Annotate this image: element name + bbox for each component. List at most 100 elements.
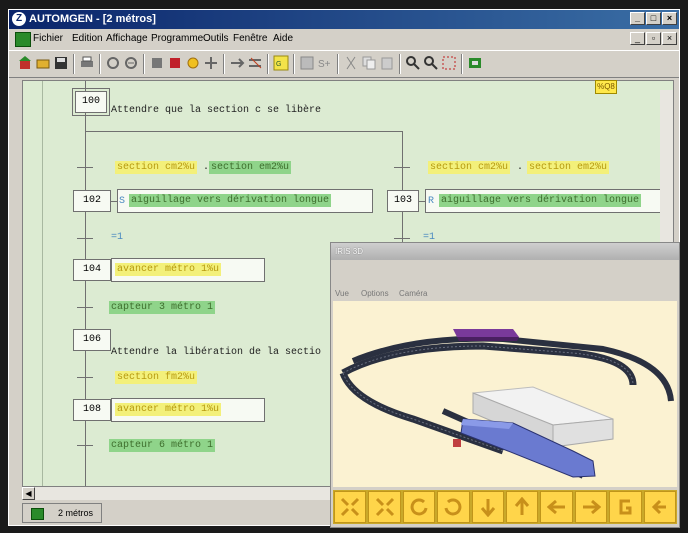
step-108[interactable]: 108	[73, 399, 111, 421]
menu-aide[interactable]: Aide	[273, 33, 293, 44]
transition-mark	[77, 238, 93, 239]
transition-condition-a[interactable]: section cm2%u	[115, 161, 198, 174]
iris-menu-bar: Vue Options Caméra	[331, 287, 679, 301]
action-text-108: avancer métro 1%u	[115, 403, 222, 416]
run-icon[interactable]	[467, 55, 483, 71]
document-icon	[31, 508, 44, 520]
transition-condition-b[interactable]: section em2%u	[209, 161, 292, 174]
toolbar-separator	[99, 54, 101, 74]
toolbar-separator	[223, 54, 225, 74]
iris-camera-controls	[333, 490, 677, 524]
title-bar[interactable]: Z AUTOMGEN - [2 métros] _ □ ×	[9, 10, 679, 29]
horizontal-scrollbar[interactable]: ◀	[22, 486, 352, 500]
transition-mark	[77, 307, 93, 308]
collapse-icon[interactable]	[368, 491, 401, 523]
vertical-scrollbar[interactable]	[660, 90, 673, 256]
transition-operator: .	[517, 162, 524, 173]
step-103[interactable]: 103	[387, 190, 419, 212]
cut-icon[interactable]	[343, 55, 359, 71]
grafcet-icon[interactable]: G	[273, 55, 289, 71]
open-icon[interactable]	[35, 55, 51, 71]
zoom-g-icon[interactable]	[609, 491, 642, 523]
step-102[interactable]: 102	[73, 190, 111, 212]
rotate-right-icon[interactable]	[437, 491, 470, 523]
toolbar-separator	[461, 54, 463, 74]
action-text-103: aiguillage vers dérivation longue	[439, 194, 642, 207]
transition-true[interactable]: =1	[111, 232, 123, 243]
step-100[interactable]: 100	[72, 88, 110, 116]
print-icon[interactable]	[79, 55, 95, 71]
menu-bar: Fichier Edition Affichage Programme Outi…	[9, 29, 679, 49]
copy-icon[interactable]	[361, 55, 377, 71]
expand-icon[interactable]	[334, 491, 367, 523]
s-plus-icon[interactable]: S+	[317, 55, 333, 71]
document-icon[interactable]	[15, 32, 31, 47]
grid-icon[interactable]	[299, 55, 315, 71]
step-106[interactable]: 106	[73, 329, 111, 351]
arrow-cross-icon[interactable]	[247, 55, 263, 71]
action-text-104: avancer métro 1%u	[115, 263, 222, 276]
move-left-icon[interactable]	[540, 491, 573, 523]
zoom-in-icon[interactable]	[405, 55, 421, 71]
move-down-icon[interactable]	[471, 491, 505, 523]
cross-icon[interactable]	[203, 55, 219, 71]
document-tab[interactable]: 2 métros	[22, 503, 102, 523]
menu-edition[interactable]: Edition	[72, 33, 103, 44]
toolbar-separator	[143, 54, 145, 74]
menu-fenetre[interactable]: Fenêtre	[233, 33, 267, 44]
action-qualifier-r: R	[428, 196, 435, 207]
iris-menu-camera[interactable]: Caméra	[399, 289, 427, 298]
maximize-button[interactable]: □	[646, 12, 661, 25]
transition-mark	[394, 238, 410, 239]
doc-minimize-button[interactable]: _	[630, 32, 645, 45]
menu-programme[interactable]: Programme	[151, 33, 203, 44]
close-button[interactable]: ×	[662, 12, 677, 25]
toolbar-separator	[337, 54, 339, 74]
menu-outils[interactable]: Outils	[203, 33, 229, 44]
document-tab-label: 2 métros	[58, 508, 94, 518]
iris-menu-options[interactable]: Options	[361, 289, 389, 298]
paste-icon[interactable]	[379, 55, 395, 71]
transition-capteur-6[interactable]: capteur 6 métro 1	[109, 439, 216, 452]
iris-title-bar[interactable]: IRIS 3D	[331, 243, 679, 260]
toolbar: G S+	[9, 50, 679, 78]
move-up-icon[interactable]	[506, 491, 539, 523]
red-block-icon[interactable]	[167, 55, 183, 71]
zoom-fit-icon[interactable]	[105, 55, 121, 71]
iris-3d-window[interactable]: IRIS 3D Vue Options Caméra	[330, 242, 680, 528]
transition-condition-c[interactable]: section cm2%u	[428, 161, 511, 174]
minimize-button[interactable]: _	[630, 12, 645, 25]
svg-text:G: G	[276, 61, 281, 68]
rotate-left-icon[interactable]	[402, 491, 436, 523]
save-icon[interactable]	[53, 55, 69, 71]
zoom-out-icon[interactable]	[423, 55, 439, 71]
move-right-icon[interactable]	[574, 491, 608, 523]
zoom-out-cam-icon[interactable]	[643, 491, 677, 523]
window-title: AUTOMGEN - [2 métros]	[29, 13, 156, 25]
step-106-comment: Attendre la libération de la sectio	[111, 347, 322, 358]
toolbar-separator	[293, 54, 295, 74]
transition-mark	[77, 445, 93, 446]
transition-section-fm[interactable]: section fm2%u	[115, 371, 198, 384]
frame-icon[interactable]	[441, 55, 457, 71]
arrow-right-icon[interactable]	[229, 55, 245, 71]
zoom-area-icon[interactable]	[123, 55, 139, 71]
transition-capteur-3[interactable]: capteur 3 métro 1	[109, 301, 216, 314]
sun-icon[interactable]	[185, 55, 201, 71]
action-qualifier-s: S	[119, 196, 126, 207]
step-104[interactable]: 104	[73, 259, 111, 281]
doc-restore-button[interactable]: ▫	[646, 32, 661, 45]
iris-menu-vue[interactable]: Vue	[335, 289, 349, 298]
new-icon[interactable]	[17, 55, 33, 71]
transition-condition-d[interactable]: section em2%u	[527, 161, 610, 174]
doc-close-button[interactable]: ×	[662, 32, 677, 45]
toolbar-separator	[399, 54, 401, 74]
toolbar-separator	[267, 54, 269, 74]
train-track-scene	[339, 329, 674, 479]
menu-fichier[interactable]: Fichier	[33, 33, 63, 44]
menu-affichage[interactable]: Affichage	[106, 33, 148, 44]
svg-text:S+: S+	[318, 59, 331, 70]
block-icon[interactable]	[149, 55, 165, 71]
scroll-left-icon[interactable]: ◀	[22, 487, 35, 500]
iris-3d-viewport[interactable]	[333, 301, 677, 487]
